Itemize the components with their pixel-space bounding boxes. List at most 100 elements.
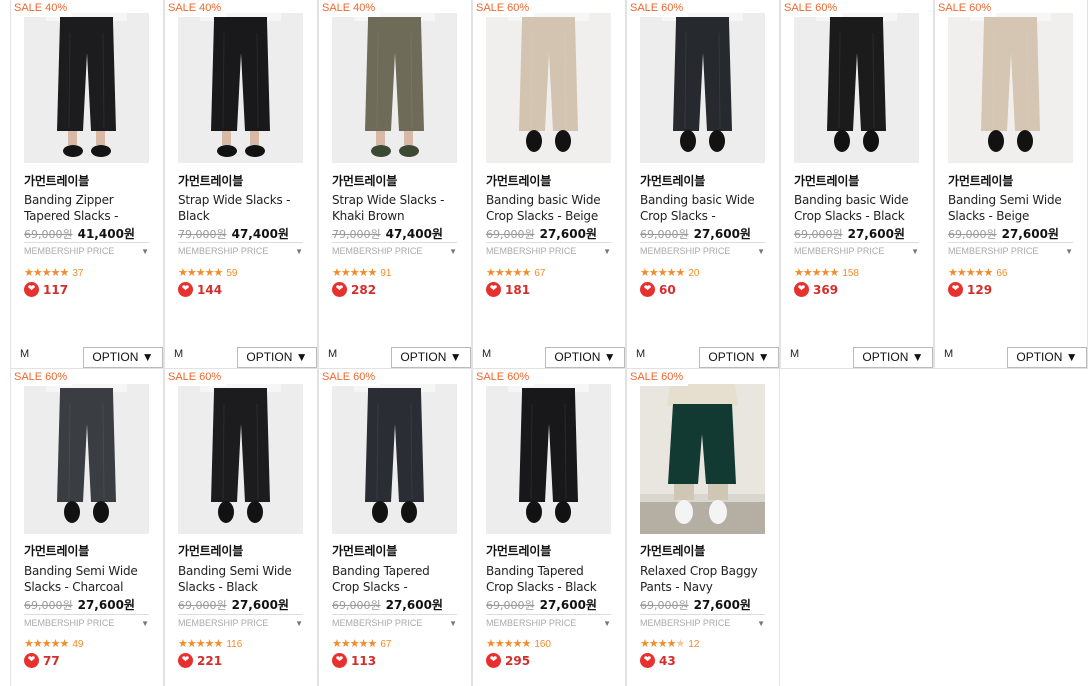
product-image[interactable] (24, 384, 149, 534)
product-card[interactable]: SALE 60% 가먼트레이블 Banding Semi Wide Slacks -… (934, 0, 1088, 369)
product-card[interactable]: SALE 40% 가먼트레이블 Strap Wide Slacks - Black 7… (164, 0, 318, 369)
membership-price-dropdown[interactable]: MEMBERSHIP PRICE ▼ (486, 242, 611, 259)
product-name[interactable]: Strap Wide Slacks - Black (178, 192, 306, 224)
membership-price-label: MEMBERSHIP PRICE (332, 246, 423, 256)
option-button[interactable]: OPTION ▼ (1007, 347, 1087, 368)
membership-price-dropdown[interactable]: MEMBERSHIP PRICE ▼ (332, 614, 457, 631)
product-name[interactable]: Banding Tapered Crop Slacks - (332, 563, 460, 595)
membership-price-dropdown[interactable]: MEMBERSHIP PRICE ▼ (24, 614, 149, 631)
product-name[interactable]: Strap Wide Slacks - Khaki Brown (332, 192, 460, 224)
brand-name[interactable]: 가먼트레이블 (486, 172, 551, 189)
chevron-down-icon: ▼ (603, 619, 611, 628)
membership-price-dropdown[interactable]: MEMBERSHIP PRICE ▼ (24, 242, 149, 259)
brand-name[interactable]: 가먼트레이블 (332, 172, 397, 189)
product-card[interactable]: SALE 60% 가먼트레이블 Banding Semi Wide Slacks -… (164, 369, 318, 686)
chevron-down-icon: ▼ (295, 247, 303, 256)
product-name[interactable]: Relaxed Crop Baggy Pants - Navy (640, 563, 768, 595)
membership-price-dropdown[interactable]: MEMBERSHIP PRICE ▼ (178, 614, 303, 631)
like-button[interactable]: ❤ 369 (794, 279, 838, 297)
product-image[interactable] (178, 384, 303, 534)
product-image[interactable] (332, 13, 457, 163)
product-card[interactable]: SALE 60% 가먼트레이블 Banding Semi Wide Slacks -… (10, 369, 164, 686)
brand-name[interactable]: 가먼트레이블 (24, 542, 89, 559)
like-button[interactable]: ❤ 282 (332, 279, 376, 297)
product-name[interactable]: Banding basic Wide Crop Slacks - Black (794, 192, 922, 224)
brand-name[interactable]: 가먼트레이블 (794, 172, 859, 189)
product-image[interactable] (178, 13, 303, 163)
price-block: 69,000원 27,600원 (486, 596, 597, 613)
chevron-down-icon: ▼ (911, 247, 919, 256)
product-card[interactable]: SALE 60% 가먼트레이블 Banding Tapered Crop Slack… (472, 369, 626, 686)
review-count: 158 (842, 268, 859, 279)
brand-name[interactable]: 가먼트레이블 (178, 542, 243, 559)
like-button[interactable]: ❤ 117 (24, 279, 69, 297)
product-name[interactable]: Banding Semi Wide Slacks - Charcoal (24, 563, 152, 595)
like-button[interactable]: ❤ 295 (486, 650, 531, 668)
membership-price-dropdown[interactable]: MEMBERSHIP PRICE ▼ (640, 242, 765, 259)
like-button[interactable]: ❤ 77 (24, 650, 60, 668)
like-count: 295 (505, 653, 531, 668)
like-button[interactable]: ❤ 60 (640, 279, 676, 297)
product-image[interactable] (640, 13, 765, 163)
like-button[interactable]: ❤ 43 (640, 650, 676, 668)
like-button[interactable]: ❤ 221 (178, 650, 222, 668)
membership-price-dropdown[interactable]: MEMBERSHIP PRICE ▼ (948, 242, 1073, 259)
sale-badge: SALE 60% (11, 369, 73, 386)
product-name[interactable]: Banding Semi Wide Slacks - Black (178, 563, 306, 595)
brand-name[interactable]: 가먼트레이블 (640, 172, 705, 189)
size-label: M (944, 348, 954, 360)
product-name[interactable]: Banding Semi Wide Slacks - Beige (948, 192, 1076, 224)
product-image[interactable] (24, 13, 149, 163)
chevron-down-icon: ▼ (449, 619, 457, 628)
membership-price-dropdown[interactable]: MEMBERSHIP PRICE ▼ (332, 242, 457, 259)
like-button[interactable]: ❤ 113 (332, 650, 376, 668)
membership-price-dropdown[interactable]: MEMBERSHIP PRICE ▼ (486, 614, 611, 631)
product-image[interactable] (640, 384, 765, 534)
option-button[interactable]: OPTION ▼ (545, 347, 625, 368)
brand-name[interactable]: 가먼트레이블 (640, 542, 705, 559)
membership-price-dropdown[interactable]: MEMBERSHIP PRICE ▼ (640, 614, 765, 631)
product-card[interactable]: SALE 60% 가먼트레이블 Relaxed Crop Baggy Pants -… (626, 369, 780, 686)
option-button[interactable]: OPTION ▼ (391, 347, 471, 368)
brand-name[interactable]: 가먼트레이블 (24, 172, 89, 189)
like-button[interactable]: ❤ 181 (486, 279, 530, 297)
product-image[interactable] (794, 13, 919, 163)
option-button[interactable]: OPTION ▼ (83, 347, 163, 368)
like-count: 117 (43, 282, 69, 297)
product-name[interactable]: Banding Tapered Crop Slacks - Black (486, 563, 614, 595)
size-label: M (328, 348, 338, 360)
option-button[interactable]: OPTION ▼ (237, 347, 317, 368)
product-card[interactable]: SALE 60% 가먼트레이블 Banding basic Wide Crop Sl… (626, 0, 780, 369)
product-image[interactable] (948, 13, 1073, 163)
review-count: 49 (72, 639, 84, 650)
membership-price-label: MEMBERSHIP PRICE (948, 246, 1039, 256)
membership-price-dropdown[interactable]: MEMBERSHIP PRICE ▼ (178, 242, 303, 259)
like-button[interactable]: ❤ 129 (948, 279, 992, 297)
review-count: 67 (380, 639, 392, 650)
product-image[interactable] (486, 384, 611, 534)
sale-badge: SALE 60% (781, 0, 843, 17)
product-name[interactable]: Banding basic Wide Crop Slacks - (640, 192, 768, 224)
option-button[interactable]: OPTION ▼ (699, 347, 779, 368)
product-card[interactable]: SALE 60% 가먼트레이블 Banding Tapered Crop Slack… (318, 369, 472, 686)
brand-name[interactable]: 가먼트레이블 (332, 542, 397, 559)
product-card[interactable]: SALE 60% 가먼트레이블 Banding basic Wide Crop Sl… (472, 0, 626, 369)
product-card[interactable]: SALE 40% 가먼트레이블 Banding Zipper Tapered Sla… (10, 0, 164, 369)
membership-price-dropdown[interactable]: MEMBERSHIP PRICE ▼ (794, 242, 919, 259)
product-card[interactable]: SALE 40% 가먼트레이블 Strap Wide Slacks - Khaki … (318, 0, 472, 369)
product-image[interactable] (332, 384, 457, 534)
brand-name[interactable]: 가먼트레이블 (178, 172, 243, 189)
brand-name[interactable]: 가먼트레이블 (486, 542, 551, 559)
option-button[interactable]: OPTION ▼ (853, 347, 933, 368)
brand-name[interactable]: 가먼트레이블 (948, 172, 1013, 189)
chevron-down-icon: ▼ (295, 619, 303, 628)
size-label: M (482, 348, 492, 360)
product-name[interactable]: Banding Zipper Tapered Slacks - (24, 192, 152, 224)
original-price: 69,000원 (640, 228, 689, 241)
product-name[interactable]: Banding basic Wide Crop Slacks - Beige (486, 192, 614, 224)
product-card[interactable]: SALE 60% 가먼트레이블 Banding basic Wide Crop Sl… (780, 0, 934, 369)
product-image[interactable] (486, 13, 611, 163)
sale-price: 27,600원 (539, 227, 597, 241)
like-button[interactable]: ❤ 144 (178, 279, 222, 297)
sale-badge: SALE 60% (319, 369, 381, 386)
